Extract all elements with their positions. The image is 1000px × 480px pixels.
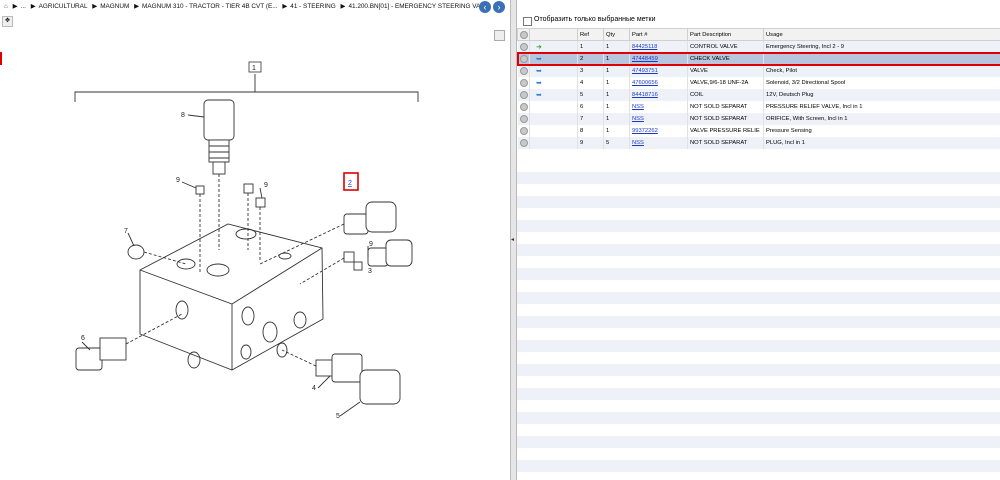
row-toggle-icon[interactable]: [519, 91, 528, 99]
part-number-link[interactable]: NSS: [632, 140, 644, 146]
callout-8[interactable]: 8: [181, 112, 185, 119]
splitter-grip-icon[interactable]: ◂: [511, 236, 515, 246]
row-toggle-icon[interactable]: [519, 79, 528, 87]
row-toggle-icon[interactable]: [519, 139, 528, 147]
header-usage[interactable]: Usage: [763, 28, 1000, 41]
nav-buttons: ‹ ›: [479, 1, 507, 13]
callout-9b[interactable]: 9: [264, 182, 268, 189]
callout-4[interactable]: 4: [312, 385, 316, 392]
filter-bar: Отобразить только выбранные метки: [517, 14, 1000, 28]
callout-7[interactable]: 7: [124, 228, 128, 235]
table-row[interactable]: ➥ 3 1 47493751 VALVE Check, Pilot: [517, 65, 1000, 77]
empty-rows-area: [517, 160, 1000, 480]
link-arrow-icon[interactable]: ➥: [536, 55, 542, 63]
show-selected-only-label: Отобразить только выбранные метки: [534, 16, 656, 23]
table-row[interactable]: 8 1 99372262 VALVE PRESSURE RELIE Pressu…: [517, 125, 1000, 137]
row-toggle-icon[interactable]: [519, 55, 528, 63]
breadcrumb: ⌂ ▶... ▶ AGRICULTURAL ▶ MAGNUM ▶ MAGNUM 310…: [4, 3, 486, 10]
callout-9c[interactable]: 9: [369, 241, 373, 248]
arrow-right-icon[interactable]: ➜: [536, 43, 542, 51]
row-toggle-icon[interactable]: [519, 67, 528, 75]
callout-1[interactable]: 1: [252, 65, 256, 72]
parts-table: Ref Qty Part # Part Description Usage ➜ …: [516, 28, 1000, 149]
breadcrumb-item-3[interactable]: MAGNUM 310 - TRACTOR - TIER 4B CVT (E...: [142, 3, 278, 10]
breadcrumb-item-0[interactable]: ...: [21, 3, 26, 10]
part-number-link[interactable]: 47448459: [632, 56, 658, 62]
table-header: Ref Qty Part # Part Description Usage: [517, 28, 1000, 41]
table-row[interactable]: 7 1 NSS NOT SOLD SEPARAT ORIFICE, With S…: [517, 113, 1000, 125]
back-arrow-icon[interactable]: ‹: [479, 1, 491, 13]
link-arrow-icon[interactable]: ➥: [536, 67, 542, 75]
breadcrumb-item-4[interactable]: 41 - STEERING: [290, 3, 335, 10]
part-number-link[interactable]: 84425118: [632, 44, 657, 50]
callout-9a[interactable]: 9: [176, 177, 180, 184]
table-row[interactable]: ➥ 5 1 84418716 COIL 12V, Deutsch Plug: [517, 89, 1000, 101]
header-ref[interactable]: Ref: [577, 28, 604, 41]
table-row[interactable]: 9 5 NSS NOT SOLD SEPARAT PLUG, Incl in 1: [517, 137, 1000, 149]
part-number-link[interactable]: 99372262: [632, 128, 658, 134]
home-icon[interactable]: ⌂: [4, 3, 8, 10]
table-row-selected[interactable]: ➥ 2 1 47448459 CHECK VALVE: [516, 52, 1000, 66]
show-selected-only-checkbox[interactable]: [523, 17, 532, 26]
row-toggle-icon[interactable]: [519, 43, 528, 51]
link-arrow-icon[interactable]: ➥: [536, 91, 542, 99]
part-number-link[interactable]: 84418716: [632, 92, 658, 98]
row-toggle-icon[interactable]: [519, 115, 528, 123]
breadcrumb-bar: ⌂ ▶... ▶ AGRICULTURAL ▶ MAGNUM ▶ MAGNUM 310…: [0, 0, 510, 14]
link-arrow-icon[interactable]: ➥: [536, 79, 542, 87]
header-settings-icon[interactable]: [517, 28, 530, 41]
part-number-link[interactable]: 47493751: [632, 68, 658, 74]
table-row[interactable]: ➜ 1 1 84425118 CONTROL VALVE Emergency S…: [517, 40, 1000, 53]
part-number-link[interactable]: 47600656: [632, 80, 658, 86]
part-number-link[interactable]: NSS: [632, 116, 644, 122]
callout-3[interactable]: 3: [368, 268, 372, 275]
header-description[interactable]: Part Description: [687, 28, 764, 41]
callout-6[interactable]: 6: [81, 335, 85, 342]
callout-2[interactable]: 2: [348, 180, 352, 187]
breadcrumb-item-5[interactable]: 41.200.BN[01] - EMERGENCY STEERING VA...: [348, 3, 485, 10]
breadcrumb-item-2[interactable]: MAGNUM: [100, 3, 129, 10]
callout-5[interactable]: 5: [336, 413, 340, 420]
header-qty[interactable]: Qty: [603, 28, 630, 41]
row-toggle-icon[interactable]: [519, 103, 528, 111]
breadcrumb-item-1[interactable]: AGRICULTURAL: [39, 3, 88, 10]
forward-arrow-icon[interactable]: ›: [493, 1, 505, 13]
row-toggle-icon[interactable]: [519, 127, 528, 135]
header-part[interactable]: Part #: [629, 28, 688, 41]
table-row[interactable]: 6 1 NSS NOT SOLD SEPARAT PRESSURE RELIEF…: [517, 101, 1000, 113]
exploded-diagram: 1 8 9 9 2 7 9 3 6 4 5: [74, 61, 419, 420]
table-row[interactable]: ➥ 4 1 47600656 VALVE,9/6-18 UNF-2A Solen…: [517, 77, 1000, 89]
part-number-link[interactable]: NSS: [632, 104, 644, 110]
